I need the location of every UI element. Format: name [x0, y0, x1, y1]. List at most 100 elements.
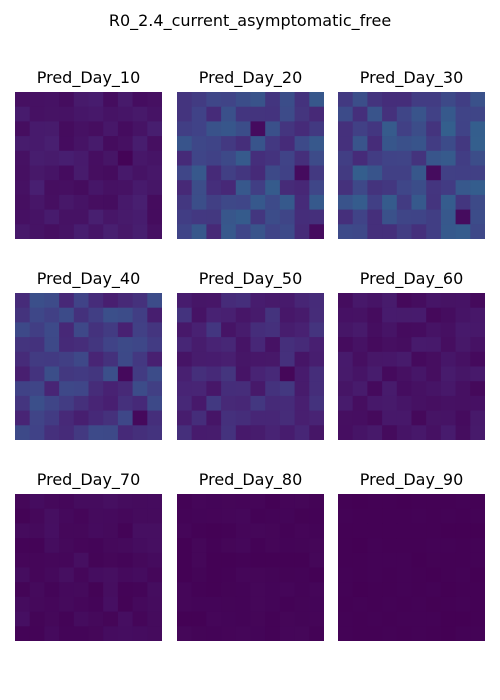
heatmap-cell	[88, 410, 104, 426]
heatmap-cell	[147, 337, 162, 353]
heatmap-cell	[221, 410, 237, 426]
heatmap-cell	[382, 395, 398, 412]
heatmap-cell	[59, 395, 75, 412]
heatmap-cell	[367, 351, 383, 368]
heatmap-cell	[440, 538, 457, 554]
heatmap-cell	[309, 381, 324, 397]
heatmap-cell	[470, 209, 485, 225]
heatmap-cell	[279, 92, 296, 108]
heatmap-cell	[250, 224, 266, 239]
heatmap-cell	[309, 121, 324, 137]
heatmap-cell	[338, 611, 354, 627]
heatmap-cell	[206, 508, 222, 524]
heatmap-cell	[426, 180, 442, 196]
heatmap-cell	[59, 136, 75, 152]
heatmap-cell	[265, 209, 281, 225]
heatmap-cell	[132, 293, 148, 309]
heatmap-cell	[411, 165, 427, 181]
heatmap-cell	[396, 410, 413, 426]
heatmap-cell	[338, 410, 354, 426]
heatmap-cell	[440, 381, 457, 397]
heatmap-cell	[88, 136, 104, 152]
heatmap-cell	[59, 351, 75, 368]
heatmap-cell	[206, 523, 222, 539]
heatmap-cell	[15, 366, 31, 382]
heatmap-cell	[44, 165, 60, 181]
heatmap-cell	[235, 494, 252, 510]
heatmap-cell	[59, 508, 75, 524]
heatmap-cell	[191, 611, 207, 627]
heatmap-cell	[396, 106, 413, 122]
heatmap-cell	[455, 293, 471, 309]
heatmap-cell	[147, 180, 162, 196]
heatmap-cell	[426, 121, 442, 137]
heatmap-cell	[221, 596, 237, 613]
heatmap-cell	[132, 92, 148, 108]
heatmap-cell	[470, 322, 485, 338]
heatmap-cell	[382, 508, 398, 524]
heatmap-cell	[367, 508, 383, 524]
heatmap-cell	[15, 626, 31, 641]
heatmap-cell	[279, 523, 296, 539]
heatmap-cell	[440, 395, 457, 412]
heatmap-cell	[440, 165, 457, 181]
heatmap-cell	[103, 508, 119, 524]
heatmap-cell	[73, 552, 90, 569]
heatmap-cell	[367, 293, 383, 309]
heatmap-cell	[367, 395, 383, 412]
heatmap-cell	[191, 180, 207, 196]
heatmap-cell	[440, 92, 457, 108]
heatmap-cell	[177, 224, 193, 239]
heatmap-cell	[29, 150, 45, 167]
heatmap-cell	[206, 351, 222, 368]
heatmap-cell	[147, 381, 162, 397]
heatmap-cell	[455, 366, 471, 382]
heatmap-cell	[29, 508, 45, 524]
heatmap-cell	[88, 121, 104, 137]
heatmap-cell	[206, 611, 222, 627]
heatmap-cell	[396, 121, 413, 137]
heatmap-panel	[177, 92, 324, 239]
heatmap-cell	[382, 366, 398, 382]
heatmap-cell	[221, 381, 237, 397]
heatmap-cell	[382, 337, 398, 353]
heatmap-cell	[206, 381, 222, 397]
heatmap-cell	[29, 381, 45, 397]
heatmap-cell	[426, 410, 442, 426]
heatmap-cell	[191, 626, 207, 641]
heatmap-cell	[309, 508, 324, 524]
heatmap-cell	[206, 395, 222, 412]
heatmap-cell	[235, 626, 252, 641]
heatmap-cell	[221, 425, 237, 440]
heatmap-cell	[294, 351, 310, 368]
heatmap-cell	[309, 293, 324, 309]
heatmap-cell	[29, 552, 45, 569]
heatmap-cell	[191, 351, 207, 368]
heatmap-cell	[294, 494, 310, 510]
heatmap-cell	[279, 410, 296, 426]
heatmap-panel	[338, 293, 485, 440]
heatmap-cell	[177, 92, 193, 108]
heatmap-cell	[73, 180, 90, 196]
heatmap-cell	[59, 337, 75, 353]
heatmap-cell	[117, 194, 134, 211]
heatmap-cell	[250, 582, 266, 598]
heatmap-cell	[470, 582, 485, 598]
heatmap-cell	[382, 381, 398, 397]
heatmap-cell	[294, 194, 310, 211]
heatmap-cell	[279, 425, 296, 440]
heatmap-cell	[235, 395, 252, 412]
heatmap-cell	[73, 381, 90, 397]
heatmap-cell	[177, 351, 193, 368]
heatmap-cell	[15, 596, 31, 613]
heatmap-cell	[352, 395, 368, 412]
heatmap-cell	[103, 582, 119, 598]
heatmap-cell	[117, 322, 134, 338]
heatmap-cell	[265, 508, 281, 524]
heatmap-cell	[426, 596, 442, 613]
heatmap-cell	[15, 165, 31, 181]
heatmap-cell	[221, 121, 237, 137]
heatmap-cell	[221, 395, 237, 412]
heatmap-cell	[147, 523, 162, 539]
heatmap-cell	[117, 611, 134, 627]
